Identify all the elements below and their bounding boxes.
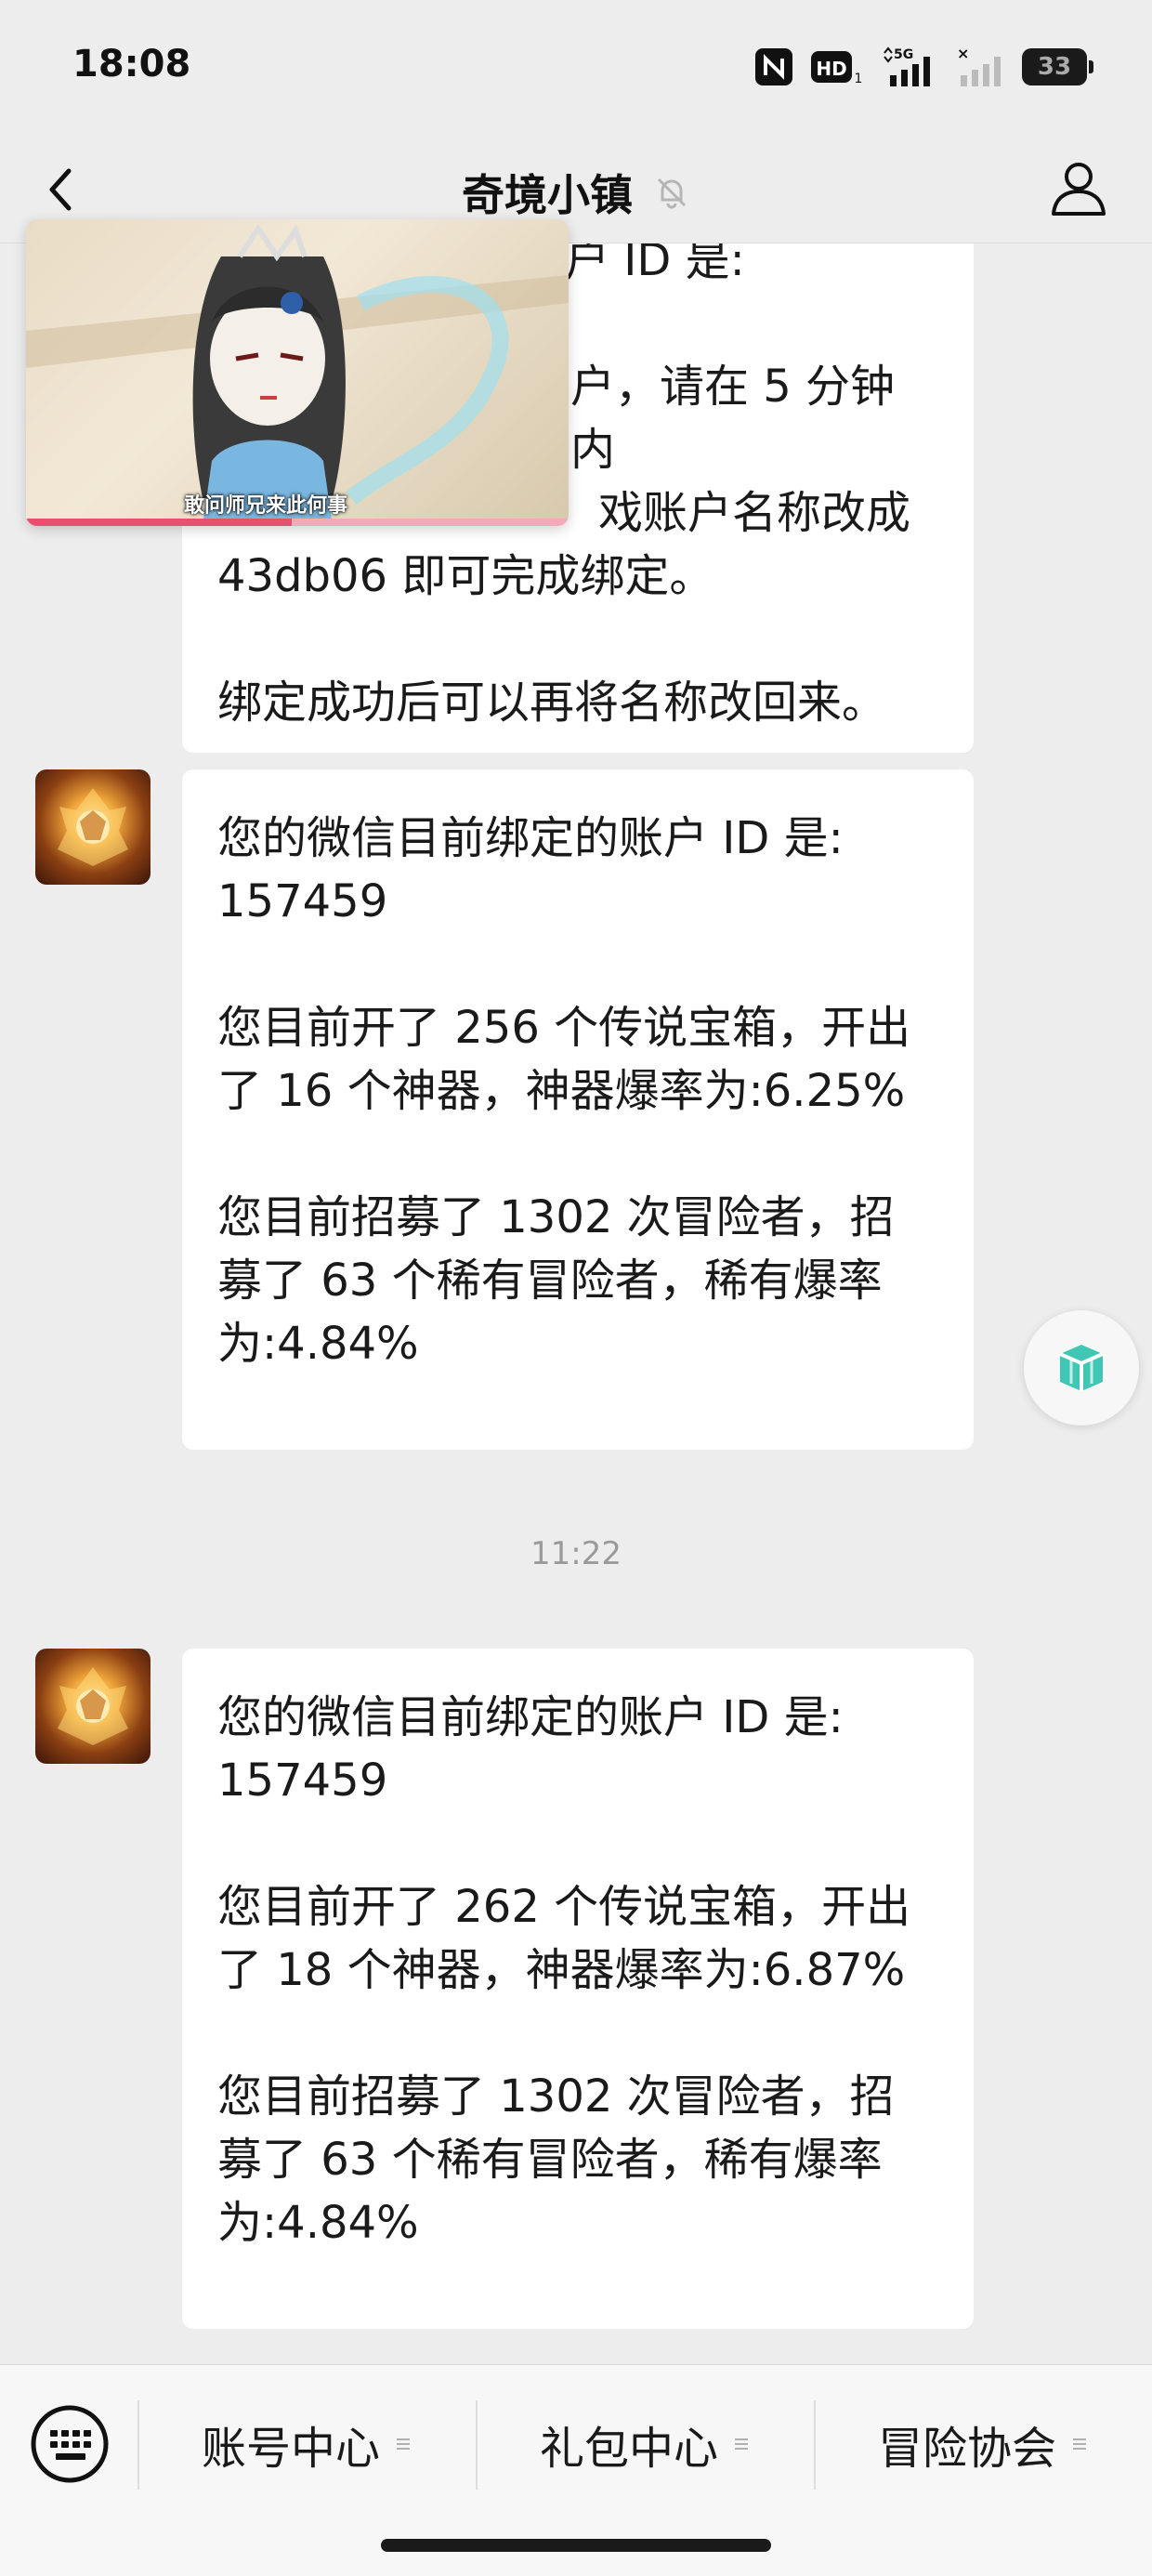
menu-item-label: 冒险协会	[877, 2423, 1056, 2475]
signal-icon: ×	[957, 46, 1001, 86]
chat-message-list[interactable]: 定的账户 ID 是: 户，请在 5 分钟内 戏账户名称改成 43db06 即可完…	[0, 243, 1152, 2364]
svg-text:1: 1	[855, 72, 863, 86]
floating-mini-program-button[interactable]	[1024, 1310, 1139, 1426]
submenu-lines-icon	[397, 2438, 410, 2450]
anime-character-image	[26, 223, 569, 526]
mute-bell-icon	[657, 177, 687, 209]
message-paragraph: 您目前招募了 1302 次冒险者，招募了 63 个稀有冒险者，稀有爆率为:4.8…	[217, 1191, 895, 1370]
profile-icon[interactable]	[1046, 156, 1111, 221]
video-caption: 敢问师兄来此何事	[184, 494, 348, 518]
message-bubble[interactable]: 您的微信目前绑定的账户 ID 是: 157459 您目前开了 262 个传说宝箱…	[182, 1649, 974, 2329]
message-paragraph: 您目前招募了 1302 次冒险者，招募了 63 个稀有冒险者，稀有爆率为:4.8…	[217, 2070, 895, 2249]
hd-icon: HD 1	[811, 51, 863, 86]
keyboard-icon[interactable]	[28, 2402, 111, 2486]
custom-menu: 账号中心 礼包中心 冒险协会	[137, 2365, 1152, 2523]
nfc-icon	[755, 48, 792, 85]
cube-icon	[1059, 1345, 1104, 1391]
svg-text:HD: HD	[816, 58, 846, 80]
game-emblem-icon	[58, 788, 128, 866]
chat-title: 奇境小镇	[462, 170, 633, 220]
battery-icon: 33	[1022, 48, 1093, 85]
message-line: 43db06 即可完成绑定。	[217, 550, 714, 602]
game-emblem-icon	[58, 1667, 128, 1745]
avatar[interactable]	[35, 769, 151, 885]
svg-text:5G: 5G	[894, 47, 913, 62]
status-bar: 18:08 HD 1 5G × 33	[0, 0, 1152, 136]
chat-title-wrapper: 奇境小镇	[0, 162, 1152, 223]
submenu-lines-icon	[735, 2438, 748, 2450]
time-separator: 11:22	[530, 1535, 622, 1572]
message-paragraph: 您目前开了 256 个传说宝箱，开出了 16 个神器，神器爆率为:6.25%	[217, 1002, 911, 1117]
status-time: 18:08	[72, 43, 191, 85]
avatar[interactable]	[35, 1649, 151, 1764]
menu-adventure-guild[interactable]: 冒险协会	[814, 2365, 1152, 2523]
message-paragraph: 您的微信目前绑定的账户 ID 是: 157459	[217, 1691, 844, 1807]
submenu-lines-icon	[1073, 2438, 1086, 2450]
message-paragraph: 您目前开了 262 个传说宝箱，开出了 18 个神器，神器爆率为:6.87%	[217, 1881, 911, 1996]
menu-item-label: 礼包中心	[539, 2423, 718, 2475]
video-progress-bar[interactable]	[26, 519, 569, 526]
menu-account-center[interactable]: 账号中心	[137, 2365, 476, 2523]
menu-gift-center[interactable]: 礼包中心	[476, 2365, 814, 2523]
message-bubble[interactable]: 您的微信目前绑定的账户 ID 是: 157459 您目前开了 256 个传说宝箱…	[182, 769, 974, 1450]
video-progress-fill	[26, 519, 293, 526]
menu-item-label: 账号中心	[201, 2423, 380, 2475]
status-icons: HD 1 5G × 33	[754, 45, 1093, 89]
signal-5g-icon: 5G	[884, 46, 930, 86]
message-paragraph: 您的微信目前绑定的账户 ID 是: 157459	[217, 812, 844, 927]
message-line: 绑定成功后可以再将名称改回来。	[217, 677, 887, 729]
svg-text:×: ×	[957, 46, 969, 62]
home-indicator[interactable]	[381, 2539, 771, 2552]
floating-video-window[interactable]: 敢问师兄来此何事	[26, 219, 569, 526]
